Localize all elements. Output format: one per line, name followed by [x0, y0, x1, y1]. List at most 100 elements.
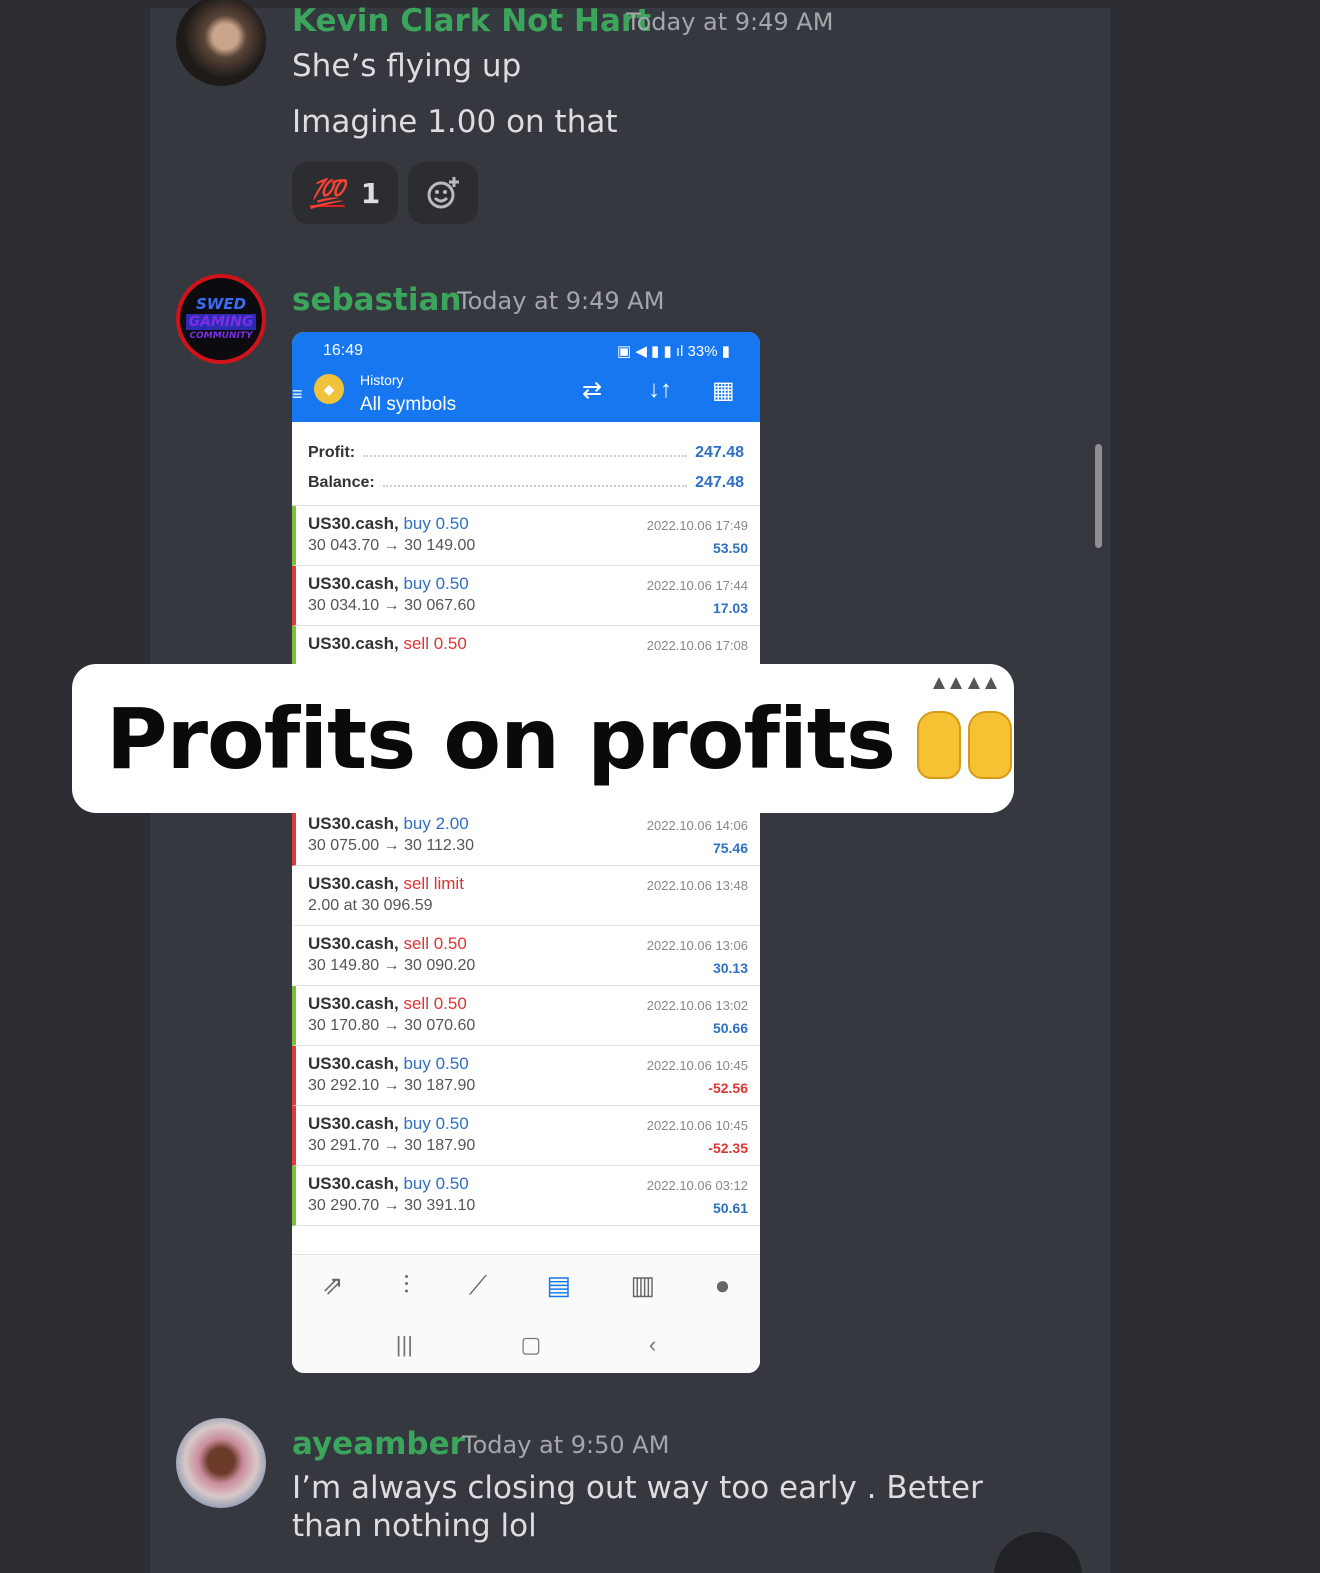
- attached-screenshot[interactable]: 16:49 ▣ ◀ ▮ ▮ ıl 33% ▮ ≡ ◆ History All s…: [292, 332, 760, 1373]
- trade-date: 2022.10.06 13:48: [646, 878, 748, 893]
- username-kevin[interactable]: Kevin Clark Not Hart: [292, 6, 651, 37]
- system-nav-bar: ||| ▢ ‹: [292, 1316, 760, 1373]
- trade-symbol: US30.cash, buy 2.00: [308, 814, 469, 834]
- reaction-count: 1: [360, 176, 381, 210]
- trade-date: 2022.10.06 13:06: [646, 938, 748, 953]
- trade-symbol: US30.cash, buy 0.50: [308, 514, 469, 534]
- trade-row[interactable]: US30.cash, buy 0.50 30 043.70 → 30 149.00…: [292, 506, 760, 566]
- chat-icon[interactable]: ●: [715, 1270, 731, 1301]
- hand-left: [916, 710, 961, 779]
- trade-symbol: US30.cash, buy 0.50: [308, 574, 469, 594]
- summary-label: Balance:: [308, 474, 375, 491]
- timestamp: Today at 9:50 AM: [462, 1431, 670, 1459]
- avatar-text: SWED: [195, 295, 247, 313]
- trade-side: buy 0.50: [403, 1114, 469, 1133]
- trade-profit: 30.13: [712, 960, 748, 976]
- trade-date: 2022.10.06 13:02: [646, 998, 748, 1013]
- caption-overlay: Profits on profits: [72, 664, 1014, 813]
- status-time: 16:49: [323, 342, 364, 359]
- header-subtitle: History: [360, 372, 404, 388]
- trade-profit: 50.61: [712, 1200, 748, 1216]
- trade-symbol: US30.cash, buy 0.50: [308, 1174, 469, 1194]
- recent-apps-icon: |||: [395, 1331, 413, 1357]
- trade-symbol: US30.cash, sell 0.50: [308, 994, 467, 1014]
- trade-prices: 30 170.80 → 30 070.60: [308, 1017, 476, 1034]
- hand-right: [968, 710, 1012, 779]
- avatar-ayeamber[interactable]: [176, 1418, 266, 1508]
- chart-icon[interactable]: ⫶: [403, 1270, 410, 1302]
- quotes-icon[interactable]: ⇗: [322, 1270, 344, 1301]
- trade-list-top: US30.cash, buy 0.50 30 043.70 → 30 149.00…: [292, 506, 760, 686]
- hundred-points-icon: 💯: [309, 176, 345, 210]
- account-summary: Profit: 247.48 Balance: 247.48: [292, 422, 760, 506]
- trade-date: 2022.10.06 14:06: [646, 818, 748, 833]
- avatar-text: COMMUNITY: [189, 331, 253, 341]
- trade-side: buy 0.50: [403, 1054, 469, 1073]
- symbol-name: US30.cash,: [308, 814, 399, 833]
- symbol-name: US30.cash,: [308, 994, 399, 1013]
- trade-row[interactable]: US30.cash, buy 0.50 30 292.10 → 30 187.90…: [292, 1046, 760, 1106]
- sparkle-marks: [932, 676, 997, 691]
- message-text: Imagine 1.00 on that: [292, 104, 618, 140]
- trade-prices: 2.00 at 30 096.59: [308, 897, 433, 914]
- trade-row[interactable]: US30.cash, buy 2.00 30 075.00 → 30 112.30…: [292, 806, 760, 866]
- trade-row[interactable]: US30.cash, sell 0.50 30 170.80 → 30 070.6…: [292, 986, 760, 1046]
- history-icon[interactable]: ▤: [547, 1270, 572, 1301]
- app-logo-icon: ◆: [314, 374, 344, 404]
- trade-profit: 50.66: [712, 1020, 748, 1036]
- trade-profit: -52.35: [708, 1140, 748, 1156]
- trade-prices: 30 043.70 → 30 149.00: [308, 537, 476, 554]
- trade-row[interactable]: US30.cash, buy 0.50 30 290.70 → 30 391.10…: [292, 1166, 760, 1226]
- trade-side: buy 2.00: [403, 814, 469, 833]
- sort-icon: ↓↑: [648, 376, 672, 403]
- trade-prices: 30 034.10 → 30 067.60: [308, 597, 476, 614]
- symbol-name: US30.cash,: [308, 1174, 399, 1193]
- trade-symbol: US30.cash, buy 0.50: [308, 1054, 469, 1074]
- trade-row[interactable]: US30.cash, sell limit 2.00 at 30 096.59 20…: [292, 866, 760, 926]
- dotted-leader: [382, 485, 688, 487]
- bottom-navigation: ⇗ ⫶ ⟋ ▤ ▥ ●: [292, 1254, 760, 1316]
- trade-row[interactable]: US30.cash, buy 0.50 30 291.70 → 30 187.90…: [292, 1106, 760, 1166]
- scrollbar-thumb[interactable]: [1095, 444, 1102, 548]
- back-icon: ‹: [648, 1331, 657, 1357]
- trade-date: 2022.10.06 17:49: [646, 518, 748, 533]
- trade-date: 2022.10.06 10:45: [646, 1058, 748, 1073]
- trade-symbol: US30.cash, sell 0.50: [308, 934, 467, 954]
- username-sebastian[interactable]: sebastian: [292, 285, 461, 316]
- news-icon[interactable]: ▥: [631, 1270, 656, 1301]
- avatar-sebastian[interactable]: SWED GAMING COMMUNITY: [176, 274, 266, 364]
- trade-side: buy 0.50: [403, 1174, 469, 1193]
- trade-row[interactable]: US30.cash, sell 0.50 30 149.80 → 30 090.2…: [292, 926, 760, 986]
- reaction-hundred[interactable]: 💯 1: [292, 162, 398, 224]
- phone-header: 16:49 ▣ ◀ ▮ ▮ ıl 33% ▮ ≡ ◆ History All s…: [292, 332, 760, 422]
- symbol-name: US30.cash,: [308, 574, 399, 593]
- trade-date: 2022.10.06 10:45: [646, 1118, 748, 1133]
- trade-date: 2022.10.06 17:44: [646, 578, 748, 593]
- raising-hands-icon: [915, 676, 1014, 779]
- trade-icon[interactable]: ⟋: [469, 1270, 487, 1302]
- trade-side: sell 0.50: [403, 934, 467, 953]
- trade-row[interactable]: US30.cash, buy 0.50 30 034.10 → 30 067.60…: [292, 566, 760, 626]
- trade-symbol: US30.cash, sell limit: [308, 874, 464, 894]
- symbol-name: US30.cash,: [308, 934, 399, 953]
- message-text: I’m always closing out way too early . B…: [292, 1470, 983, 1544]
- avatar-kevin[interactable]: [176, 0, 266, 86]
- symbol-name: US30.cash,: [308, 634, 399, 653]
- currency-exchange-icon: ⇄: [582, 377, 603, 404]
- trade-prices: 30 292.10 → 30 187.90: [308, 1077, 476, 1094]
- dotted-leader: [363, 455, 688, 457]
- summary-value: 247.48: [695, 474, 744, 491]
- trade-profit: 53.50: [712, 540, 748, 556]
- trade-prices: 30 290.70 → 30 391.10: [308, 1197, 476, 1214]
- add-reaction-button[interactable]: [408, 162, 478, 224]
- trade-side: sell 0.50: [403, 634, 467, 653]
- username-ayeamber[interactable]: ayeamber: [292, 1429, 465, 1460]
- calendar-icon: ▦: [712, 377, 735, 404]
- symbol-name: US30.cash,: [308, 514, 399, 533]
- header-title: All symbols: [360, 394, 457, 415]
- menu-icon: ≡: [292, 384, 303, 404]
- caption-text: Profits on profits: [106, 689, 896, 788]
- trade-side: buy 0.50: [403, 574, 469, 593]
- trade-prices: 30 075.00 → 30 112.30: [308, 837, 475, 854]
- symbol-name: US30.cash,: [308, 874, 399, 893]
